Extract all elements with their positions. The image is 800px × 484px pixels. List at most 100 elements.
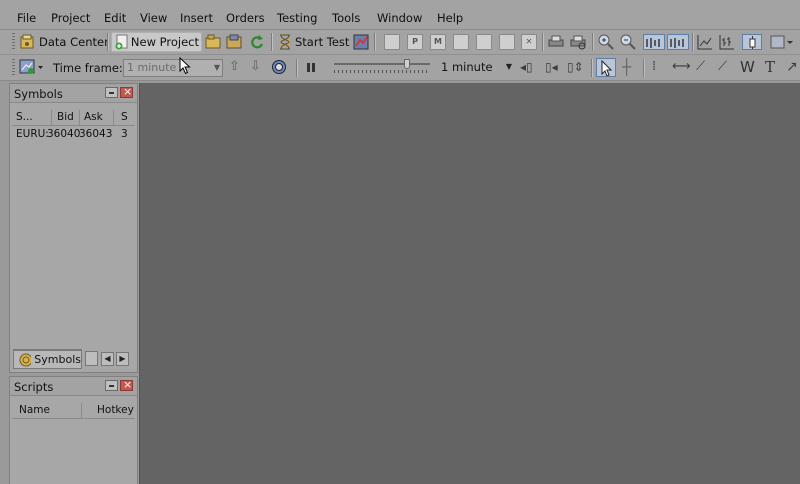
horizontal-line-icon[interactable]: ⟷ (672, 58, 691, 76)
pause-icon[interactable] (305, 60, 317, 76)
strategy-report-icon[interactable] (353, 34, 369, 50)
chevron-down-icon: ▼ (505, 62, 512, 71)
document-m-icon[interactable]: M (430, 34, 446, 50)
document-check-icon[interactable] (476, 34, 492, 50)
menu-tools[interactable]: Tools (332, 11, 360, 25)
toolbar-separator (271, 33, 272, 51)
column-name[interactable]: Name (19, 404, 50, 416)
scripts-panel-title: Scripts (14, 380, 54, 394)
symbols-table-header: S... Bid Ask S (13, 110, 134, 125)
new-project-label: New Project (130, 35, 199, 49)
zoom-in-icon[interactable] (598, 34, 614, 50)
menu-view[interactable]: View (140, 11, 167, 25)
toolbar-grip[interactable] (12, 33, 15, 51)
arrow-up-icon[interactable]: ⇧ (229, 58, 240, 76)
line-chart-icon[interactable] (697, 34, 713, 50)
open-folder-icon[interactable] (205, 34, 221, 50)
tab-symbols[interactable]: Symbols (13, 349, 82, 369)
left-dock-edge (0, 83, 9, 484)
symbols-panel-header: Symbols (10, 84, 137, 103)
ask-cell: 36043 (79, 128, 113, 140)
document-check-icon[interactable] (499, 34, 515, 50)
menu-edit[interactable]: Edit (104, 11, 126, 25)
menu-window[interactable]: Window (377, 11, 422, 25)
chevron-down-icon: ▼ (213, 63, 220, 72)
column-bid[interactable]: Bid (57, 111, 74, 123)
chart-workspace[interactable] (139, 83, 800, 484)
main-toolbar: Data Center New Project Start Test P M ✕ (0, 30, 800, 55)
document-p-icon[interactable]: P (407, 34, 423, 50)
time-frame-value: 1 minute (127, 61, 177, 74)
mouse-cursor-icon (179, 57, 191, 75)
toolbar-separator (592, 33, 593, 51)
column-ask[interactable]: Ask (84, 111, 103, 123)
bar-up-icon[interactable]: ◂▯ (520, 58, 533, 76)
test-speed-slider[interactable] (334, 59, 430, 75)
speed-value: 1 minute (441, 60, 493, 74)
cursor-tool-icon[interactable] (596, 58, 616, 77)
document-check-icon[interactable] (453, 34, 469, 50)
coins-icon (19, 353, 32, 366)
crosshair-icon[interactable]: ┼ (622, 58, 631, 76)
close-button[interactable] (120, 85, 133, 98)
save-all-icon[interactable] (226, 34, 242, 50)
document-icon[interactable] (384, 34, 400, 50)
minimize-button[interactable] (105, 380, 118, 391)
toolbar-grip[interactable] (12, 59, 15, 77)
toolbar-separator (542, 33, 543, 51)
menu-testing[interactable]: Testing (277, 11, 317, 25)
toolbar-separator (374, 33, 375, 51)
symbols-panel-tabs: Symbols ◀ ▶ (13, 348, 137, 370)
tab-list-icon[interactable] (85, 351, 98, 366)
data-center-button[interactable]: Data Center (19, 32, 109, 52)
spread-cell: 3 (121, 128, 128, 140)
new-chart-dropdown-icon[interactable] (19, 59, 45, 75)
menu-insert[interactable]: Insert (180, 11, 213, 25)
menu-file[interactable]: File (17, 11, 36, 25)
data-center-label: Data Center (39, 35, 109, 49)
toolbar-separator (643, 59, 644, 77)
bar-step-icon[interactable]: ▯⇕ (567, 58, 584, 76)
symbol-cell: EURU: (16, 128, 49, 140)
column-symbol[interactable]: S... (16, 111, 33, 123)
andrews-pitchfork-icon[interactable]: W (740, 58, 755, 76)
candlestick-chart-icon[interactable] (742, 34, 762, 50)
trend-line-icon[interactable]: ⟋ (696, 58, 705, 76)
column-spread[interactable]: S (121, 111, 128, 123)
tab-symbols-label: Symbols (34, 353, 81, 366)
slider-thumb[interactable] (404, 59, 410, 69)
column-hotkey[interactable]: Hotkey (97, 404, 134, 416)
speed-select[interactable]: 1 minute ▼ (438, 59, 514, 77)
zoom-out-icon[interactable] (620, 34, 636, 50)
bar-down-icon[interactable]: ▯◂ (545, 58, 558, 76)
gear-clock-icon[interactable] (271, 59, 287, 75)
minimize-button[interactable] (105, 87, 118, 98)
table-row[interactable]: EURU: 36040 36043 3 (13, 128, 134, 142)
app-window: File Project Edit View Insert Orders Tes… (0, 0, 800, 484)
refresh-icon[interactable] (249, 34, 265, 50)
menu-help[interactable]: Help (437, 11, 463, 25)
menu-project[interactable]: Project (51, 11, 90, 25)
arrow-down-icon[interactable]: ⇩ (250, 58, 261, 76)
document-close-icon[interactable]: ✕ (521, 34, 537, 50)
chart-shift-icon[interactable] (643, 34, 665, 50)
vertical-line-icon[interactable]: ⁞ (652, 58, 656, 76)
auto-scroll-icon[interactable] (667, 34, 689, 50)
tab-scroll-right-icon[interactable]: ▶ (116, 352, 129, 366)
arrow-tool-icon[interactable]: ↗ (786, 58, 798, 76)
print-preview-icon[interactable] (570, 34, 586, 50)
text-tool-icon[interactable]: T (765, 58, 775, 76)
close-button[interactable] (120, 378, 133, 391)
new-project-button[interactable]: New Project (111, 32, 202, 52)
start-test-button[interactable]: Start Test (278, 32, 349, 52)
scripts-panel-header: Scripts (10, 377, 137, 396)
template-dropdown-icon[interactable] (770, 34, 794, 50)
start-test-label: Start Test (295, 35, 350, 49)
menu-orders[interactable]: Orders (226, 11, 265, 25)
ray-line-icon[interactable]: ⟋ (718, 58, 727, 76)
print-icon[interactable] (548, 34, 564, 50)
bar-chart-icon[interactable] (719, 34, 735, 50)
tab-scroll-left-icon[interactable]: ◀ (101, 352, 114, 366)
hourglass-icon (280, 34, 290, 50)
time-frame-select[interactable]: 1 minute ▼ (123, 59, 223, 77)
